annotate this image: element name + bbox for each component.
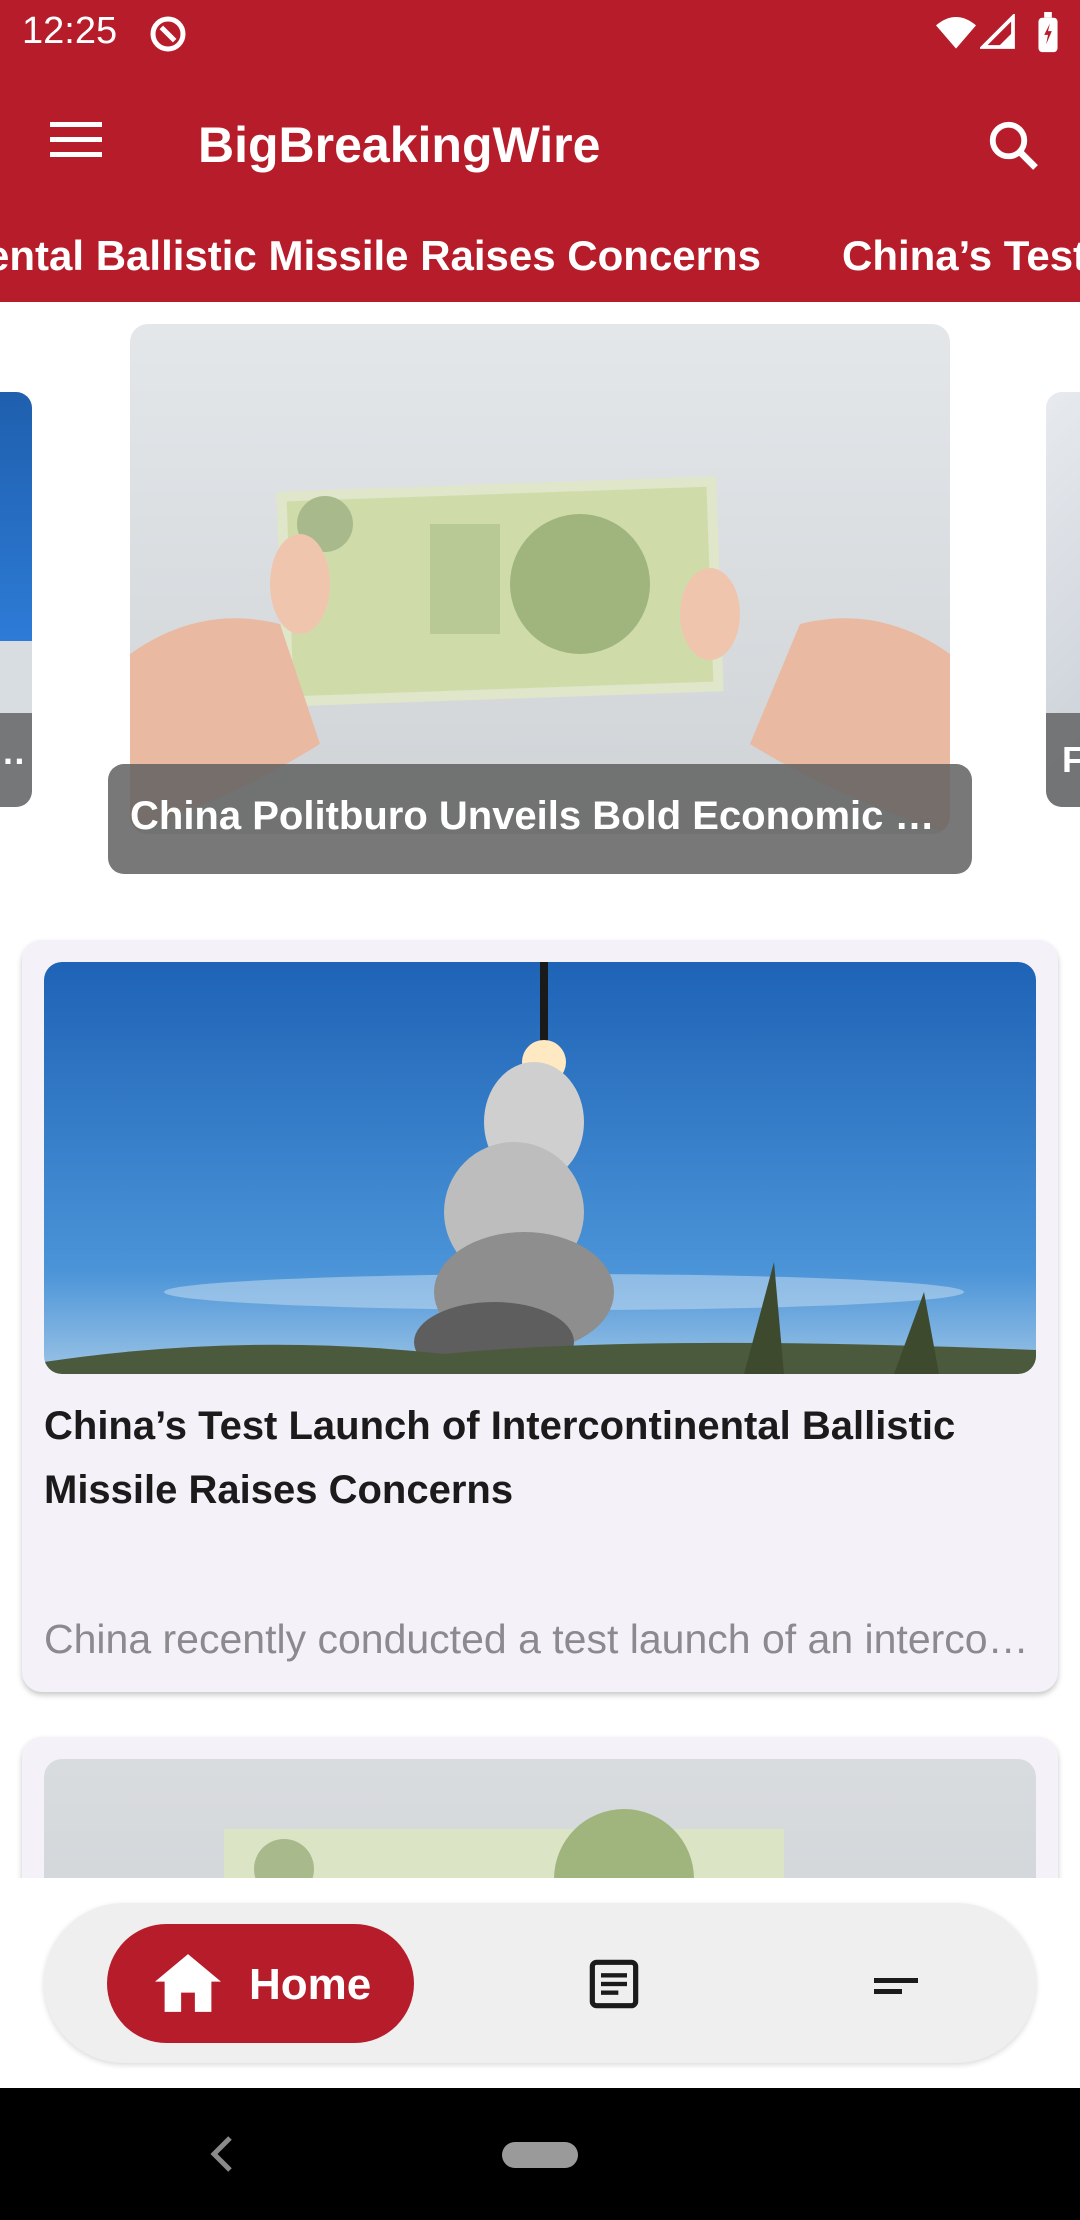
search-icon[interactable]	[986, 118, 1040, 177]
headline-ticker[interactable]: China’s Test Launch of Intercontinental …	[0, 232, 1080, 302]
carousel-card-main[interactable]	[130, 324, 950, 834]
nav-home-button[interactable]: Home	[107, 1924, 414, 2043]
carousel-caption: …	[0, 713, 32, 807]
article-title[interactable]: China’s Test Launch of Intercontinental …	[44, 1394, 1036, 1522]
status-time: 12:25	[22, 10, 118, 52]
signal-icon	[978, 12, 1016, 55]
carousel-caption: Fi	[1046, 713, 1080, 807]
featured-carousel[interactable]: … China Politburo Unveils Bold Economic …	[0, 302, 1080, 902]
ticker-item[interactable]: China’s Test Launch of Intercontinental …	[0, 232, 761, 280]
app-bar: BigBreakingWire China’s Test Launch of I…	[0, 66, 1080, 302]
at-sign-icon	[148, 14, 188, 59]
ticker-item[interactable]: China’s Test	[842, 232, 1080, 280]
menu-icon[interactable]	[50, 120, 104, 165]
home-icon	[155, 1954, 221, 2017]
app-title: BigBreakingWire	[198, 117, 601, 173]
system-navigation-bar	[0, 2088, 1080, 2220]
wifi-icon	[936, 14, 976, 55]
article-excerpt: China recently conducted a test launch o…	[44, 1616, 1036, 1662]
carousel-card-previous[interactable]: …	[0, 392, 32, 807]
carousel-caption: China Politburo Unveils Bold Economic Pl…	[108, 764, 972, 874]
status-bar: 12:25	[0, 0, 1080, 66]
carousel-card-next[interactable]: Fi	[1046, 392, 1080, 807]
nav-home-label: Home	[249, 1960, 372, 2009]
battery-icon	[1036, 12, 1060, 59]
carousel-caption-text: China Politburo Unveils Bold Economic Pl…	[130, 794, 938, 838]
article-icon[interactable]	[588, 1958, 640, 2015]
missile-launch-image	[44, 962, 1036, 1374]
back-icon[interactable]	[208, 2134, 234, 2179]
banknote-image	[130, 476, 950, 834]
news-card[interactable]: China’s Test Launch of Intercontinental …	[22, 940, 1058, 1692]
short-text-icon[interactable]	[870, 1968, 924, 2009]
home-pill-icon[interactable]	[502, 2142, 578, 2168]
